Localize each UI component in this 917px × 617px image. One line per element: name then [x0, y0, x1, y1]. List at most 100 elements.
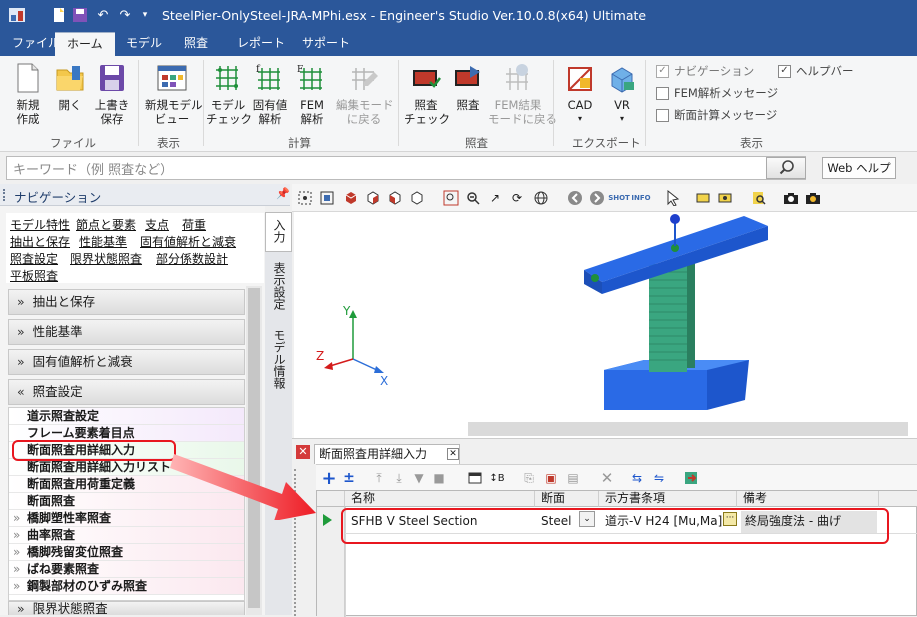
link-nodes-elements[interactable]: 節点と要素 — [76, 216, 136, 233]
section-extract-save[interactable]: » 抽出と保存 — [8, 289, 245, 315]
add-row-icon[interactable]: + — [320, 468, 338, 489]
qat-dropdown-icon[interactable]: ▾ — [136, 6, 154, 24]
new-button[interactable]: 新規 作成 — [6, 62, 50, 126]
vtab-input[interactable]: 入力 — [265, 212, 292, 252]
forward-icon[interactable] — [588, 189, 606, 207]
cut-icon[interactable]: ▤ — [564, 469, 582, 487]
open-button[interactable]: 開く — [48, 62, 92, 112]
back-to-fem-result-button[interactable]: FEM結果 モードに戻る — [488, 62, 557, 126]
screenshot-icon[interactable]: SHOT — [608, 189, 630, 207]
cad-export-button[interactable]: CAD ▾ — [558, 62, 602, 126]
tab-model[interactable]: モデル — [114, 32, 174, 56]
link-partial-factor[interactable]: 部分係数設計 — [156, 250, 228, 267]
fit-cols-icon[interactable]: ⇋ — [650, 469, 668, 487]
section-check-settings[interactable]: « 照査設定 — [8, 379, 245, 405]
pointer-icon[interactable] — [664, 189, 682, 207]
help-bar-checkbox[interactable]: ✓ ヘルプバー — [778, 63, 854, 79]
tab-support[interactable]: サポート — [290, 32, 362, 56]
web-help-button[interactable]: Web ヘルプ — [822, 157, 896, 179]
check-run-button[interactable]: 照査 — [446, 62, 490, 112]
node-select-icon[interactable] — [716, 189, 734, 207]
list-item[interactable]: 道示照査設定 — [9, 408, 244, 425]
list-item[interactable]: » 橋脚残留変位照査 — [9, 544, 244, 561]
section-performance[interactable]: » 性能基準 — [8, 319, 245, 345]
move-top-icon[interactable]: ⤒ — [370, 469, 388, 487]
insert-row-icon[interactable]: ± — [340, 469, 358, 487]
redo-icon[interactable]: ↷ — [116, 6, 134, 24]
back-icon[interactable] — [566, 189, 584, 207]
link-extract-save[interactable]: 抽出と保存 — [10, 233, 70, 250]
model-3d-view[interactable]: Y X Z — [294, 212, 917, 438]
vr-export-button[interactable]: VR ▾ — [600, 62, 644, 126]
rotate-icon[interactable]: ⟳ — [508, 189, 526, 207]
check-check-button[interactable]: 照査 チェック — [404, 62, 450, 126]
eigenvalue-button[interactable]: f 固有値 解析 — [248, 62, 292, 126]
pan-arrow-icon[interactable]: ↗ — [486, 189, 504, 207]
new-model-view-button[interactable]: 新規モデル ビュー — [145, 62, 203, 126]
tab-detail-input[interactable]: 断面照査用詳細入力 ✕ — [314, 444, 460, 464]
delete-row-icon[interactable]: ■ — [430, 469, 448, 487]
search-button[interactable] — [766, 157, 806, 179]
link-eigen-damping[interactable]: 固有値解析と減衰 — [140, 233, 236, 250]
col-header-section[interactable]: 断面 — [535, 491, 599, 507]
col-header-clause[interactable]: 示方書条項 — [599, 491, 737, 507]
tab-report[interactable]: レポート — [225, 32, 297, 56]
model-check-button[interactable]: モデル チェック — [206, 62, 252, 126]
info-icon[interactable]: INFO — [631, 189, 650, 207]
tab-home[interactable]: ホーム — [55, 32, 115, 56]
cube-iso-icon[interactable] — [408, 189, 426, 207]
sort-icon[interactable]: ↕B — [488, 469, 506, 487]
link-check-settings[interactable]: 照査設定 — [10, 250, 58, 267]
export-icon[interactable] — [682, 469, 700, 487]
link-plate-check[interactable]: 平板照査 — [10, 267, 58, 284]
link-performance[interactable]: 性能基準 — [79, 233, 127, 250]
element-select-icon[interactable] — [694, 189, 712, 207]
globe-icon[interactable] — [532, 189, 550, 207]
search-input[interactable]: キーワード（例 照査など） — [6, 156, 806, 180]
cube-side-icon[interactable] — [364, 189, 382, 207]
move-bottom-icon[interactable]: ⤓ — [390, 469, 408, 487]
list-item[interactable]: » 曲率照査 — [9, 527, 244, 544]
nav-checkbox[interactable]: ✓ ナビゲーション — [656, 63, 754, 79]
import-icon[interactable] — [466, 469, 484, 487]
move-down-icon[interactable]: ▼ — [410, 469, 428, 487]
zoom-out-icon[interactable] — [464, 189, 482, 207]
new-file-icon[interactable] — [50, 6, 68, 24]
link-model-props[interactable]: モデル特性 — [10, 216, 70, 233]
view-hscrollbar[interactable] — [468, 422, 908, 436]
camera-icon[interactable] — [782, 189, 800, 207]
clear-icon[interactable]: ✕ — [598, 469, 616, 487]
pin-icon[interactable]: 📌 — [276, 187, 290, 200]
col-header-note[interactable]: 備考 — [737, 491, 879, 507]
tab-close-icon[interactable]: ✕ — [447, 448, 459, 460]
vtab-display[interactable]: 表示設定 — [265, 260, 292, 320]
camera-settings-icon[interactable] — [804, 189, 822, 207]
list-item[interactable]: » ばね要素照査 — [9, 561, 244, 578]
link-loads[interactable]: 荷重 — [182, 216, 206, 233]
cube-front-icon[interactable] — [342, 189, 360, 207]
save-button[interactable]: 上書き 保存 — [90, 62, 134, 126]
list-item[interactable]: » 鋼製部材のひずみ照査 — [9, 578, 244, 595]
back-to-edit-button[interactable]: 編集モード に戻る — [336, 62, 394, 126]
cube-top-icon[interactable] — [386, 189, 404, 207]
fit-icon[interactable] — [296, 189, 314, 207]
section-message-checkbox[interactable]: 断面計算メッセージ — [656, 107, 777, 123]
tab-check[interactable]: 照査 — [172, 32, 220, 56]
zoom-box-icon[interactable] — [442, 189, 460, 207]
section-eigen[interactable]: » 固有値解析と減衰 — [8, 349, 245, 375]
structure-model[interactable] — [294, 212, 917, 438]
link-supports[interactable]: 支点 — [145, 216, 169, 233]
link-limit-state[interactable]: 限界状態照査 — [70, 250, 142, 267]
col-header-name[interactable]: 名称 — [345, 491, 535, 507]
section-limit-state[interactable]: » 限界状態照査 — [8, 601, 245, 616]
fem-analysis-button[interactable]: F FEM 解析 — [290, 62, 334, 126]
select-icon[interactable] — [318, 189, 336, 207]
vtab-model-info[interactable]: モデル情報 — [265, 327, 292, 397]
expand-cols-icon[interactable]: ⇆ — [628, 469, 646, 487]
undo-icon[interactable]: ↶ — [94, 6, 112, 24]
find-icon[interactable] — [750, 189, 768, 207]
copy-icon[interactable]: ⎘ — [520, 469, 538, 487]
paste-icon[interactable]: ▣ — [542, 469, 560, 487]
save-icon[interactable] — [71, 6, 89, 24]
fem-message-checkbox[interactable]: FEM解析メッセージ — [656, 85, 778, 101]
